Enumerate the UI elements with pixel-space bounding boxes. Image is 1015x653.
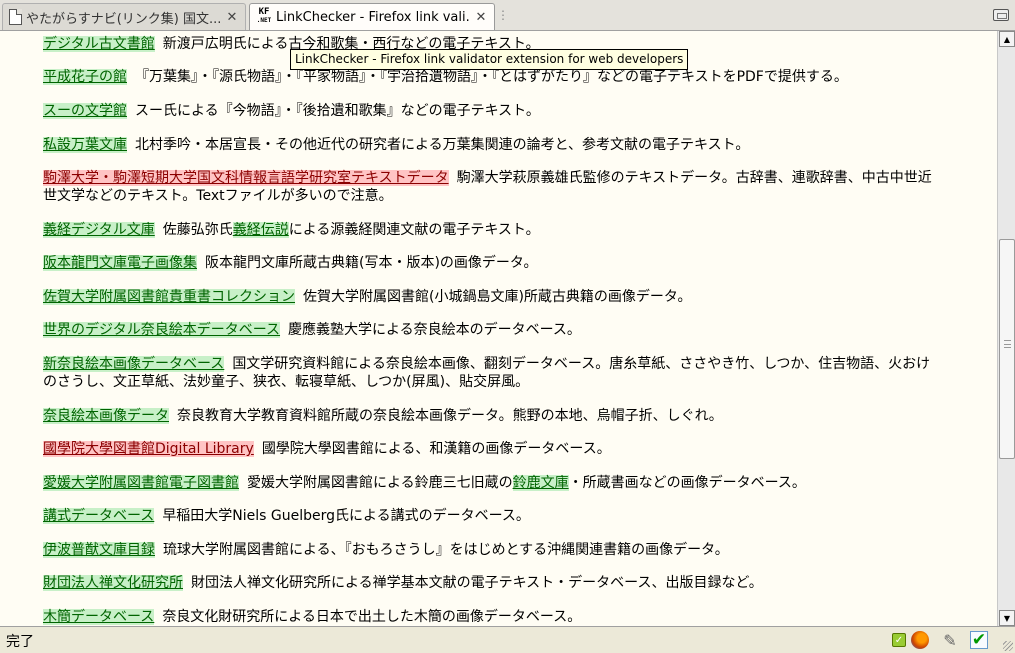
entry-description: 財団法人禅文化研究所による禅学基本文献の電子テキスト・データベース、出版目録など… bbox=[191, 575, 763, 591]
list-item: 財団法人禅文化研究所 財団法人禅文化研究所による禅学基本文献の電子テキスト・データ… bbox=[43, 574, 943, 592]
status-bar: 完了 ✓ ✎ ✔ bbox=[0, 626, 1015, 653]
list-item: 世界のデジタル奈良絵本データベース 慶應義塾大学による奈良絵本のデータベース。 bbox=[43, 321, 943, 339]
tab-separator: ⋮ bbox=[497, 8, 509, 22]
entry-link[interactable]: 伊波普猷文庫目録 bbox=[43, 542, 155, 558]
entry-description-tail: ・所蔵書画などの画像データベース。 bbox=[568, 475, 806, 491]
tab-title: LinkChecker - Firefox link vali... bbox=[276, 9, 470, 25]
list-item: 平成花子の館 『万葉集』・『源氏物語』・『平家物語』・『宇治拾遺物語』・『とはずが… bbox=[43, 68, 943, 86]
list-all-tabs-icon[interactable] bbox=[993, 9, 1009, 21]
entry-description: 阪本龍門文庫所蔵古典籍(写本・版本)の画像データ。 bbox=[205, 255, 538, 271]
entry-link[interactable]: 奈良絵本画像データ bbox=[43, 408, 169, 424]
vertical-scrollbar[interactable]: ▲ ▼ bbox=[997, 31, 1015, 626]
entry-description: スー氏による『今物語』・『後拾遺和歌集』などの電子テキスト。 bbox=[135, 103, 540, 119]
inner-link[interactable]: 義経伝説 bbox=[232, 222, 289, 238]
tab-tooltip: LinkChecker - Firefox link validator ext… bbox=[290, 49, 689, 70]
entry-description: 佐藤弘弥氏 bbox=[162, 222, 233, 238]
entry-link[interactable]: 私設万葉文庫 bbox=[43, 137, 127, 153]
tab-bar: やたがらすナビ(リンク集) 国文... ✕ KF .NET LinkChecker… bbox=[0, 0, 1015, 31]
entry-link[interactable]: 愛媛大学附属図書館電子図書館 bbox=[43, 475, 239, 491]
scroll-up-button[interactable]: ▲ bbox=[999, 31, 1015, 47]
list-item: 駒澤大学・駒澤短期大学国文科情報言語学研究室テキストデータ 駒澤大学萩原義雄氏監修… bbox=[43, 169, 943, 205]
list-item: 私設万葉文庫 北村季吟・本居宣長・その他近代の研究者による万葉集関連の論考と、参考… bbox=[43, 136, 943, 154]
close-tab-icon[interactable]: ✕ bbox=[474, 10, 488, 25]
entry-link[interactable]: デジタル古文書館 bbox=[43, 36, 155, 52]
entry-description-tail: による源義経関連文献の電子テキスト。 bbox=[288, 222, 540, 238]
list-item: 新奈良絵本画像データベース 国文学研究資料館による奈良絵本画像、翻刻データベース。… bbox=[43, 355, 943, 391]
entry-link[interactable]: 義経デジタル文庫 bbox=[43, 222, 155, 238]
entry-description: 北村季吟・本居宣長・その他近代の研究者による万葉集関連の論考と、参考文献の電子テ… bbox=[135, 137, 750, 153]
entry-description: 『万葉集』・『源氏物語』・『平家物語』・『宇治拾遺物語』・『とはずがたり』などの… bbox=[135, 69, 848, 85]
entry-link-broken[interactable]: 駒澤大学・駒澤短期大学国文科情報言語学研究室テキストデータ bbox=[43, 170, 449, 186]
tab-title: やたがらすナビ(リンク集) 国文... bbox=[26, 11, 221, 27]
grip-icon bbox=[1004, 340, 1011, 348]
list-item: 佐賀大学附属図書館貴重書コレクション 佐賀大学附属図書館(小城鍋島文庫)所蔵古典籍… bbox=[43, 288, 943, 306]
list-item: 講式データベース 早稲田大学Niels Guelberg氏による講式のデータベース… bbox=[43, 507, 943, 525]
list-item: スーの文学館 スー氏による『今物語』・『後拾遺和歌集』などの電子テキスト。 bbox=[43, 102, 943, 120]
entry-description: 慶應義塾大学による奈良絵本のデータベース。 bbox=[288, 322, 581, 338]
status-text: 完了 bbox=[6, 634, 34, 650]
entry-link[interactable]: 講式データベース bbox=[43, 508, 155, 524]
entry-description: 早稲田大学Niels Guelberg氏による講式のデータベース。 bbox=[162, 508, 530, 524]
entry-description: 奈良文化財研究所による日本で出土した木簡の画像データベース。 bbox=[162, 609, 582, 625]
list-item: 阪本龍門文庫電子画像集 阪本龍門文庫所蔵古典籍(写本・版本)の画像データ。 bbox=[43, 254, 943, 272]
entry-link[interactable]: 世界のデジタル奈良絵本データベース bbox=[43, 322, 281, 338]
close-tab-icon[interactable]: ✕ bbox=[225, 10, 239, 25]
tab-yatagarasu[interactable]: やたがらすナビ(リンク集) 国文... ✕ bbox=[2, 3, 246, 30]
entry-link[interactable]: スーの文学館 bbox=[43, 103, 127, 119]
tab-linkchecker[interactable]: KF .NET LinkChecker - Firefox link vali..… bbox=[249, 3, 495, 30]
addon-leaf-icon[interactable]: ✓ bbox=[892, 633, 906, 647]
entry-link[interactable]: 阪本龍門文庫電子画像集 bbox=[43, 255, 197, 271]
entry-link[interactable]: 木簡データベース bbox=[43, 609, 155, 625]
entry-description: 琉球大学附属図書館による、『おもろさうし』をはじめとする沖縄関連書籍の画像データ… bbox=[163, 542, 729, 558]
scroll-down-button[interactable]: ▼ bbox=[999, 610, 1015, 626]
entry-link[interactable]: 財団法人禅文化研究所 bbox=[43, 575, 183, 591]
entry-link[interactable]: 佐賀大学附属図書館貴重書コレクション bbox=[43, 289, 295, 305]
entry-description: 奈良教育大学教育資料館所蔵の奈良絵本画像データ。熊野の本地、烏帽子折、しぐれ。 bbox=[177, 408, 723, 424]
firefox-icon[interactable] bbox=[911, 631, 929, 649]
list-item: 義経デジタル文庫 佐藤弘弥氏義経伝説による源義経関連文献の電子テキスト。 bbox=[43, 221, 943, 239]
list-item: 國學院大學図書館Digital Library 國學院大學図書館による、和漢籍の画… bbox=[43, 440, 943, 458]
inner-link[interactable]: 鈴鹿文庫 bbox=[512, 475, 569, 491]
entry-link-broken[interactable]: 國學院大學図書館Digital Library bbox=[43, 441, 254, 457]
entry-description: 佐賀大学附属図書館(小城鍋島文庫)所蔵古典籍の画像データ。 bbox=[303, 289, 692, 305]
entry-description: 愛媛大学附属図書館による鈴鹿三七旧蔵の bbox=[247, 475, 513, 491]
list-item: 伊波普猷文庫目録 琉球大学附属図書館による、『おもろさうし』をはじめとする沖縄関連… bbox=[43, 541, 943, 559]
pen-icon[interactable]: ✎ bbox=[941, 631, 959, 650]
list-item: 奈良絵本画像データ 奈良教育大学教育資料館所蔵の奈良絵本画像データ。熊野の本地、烏… bbox=[43, 407, 943, 425]
document-icon bbox=[9, 9, 22, 25]
list-item: 愛媛大学附属図書館電子図書館 愛媛大学附属図書館による鈴鹿三七旧蔵の鈴鹿文庫・所蔵… bbox=[43, 474, 943, 492]
entry-link[interactable]: 平成花子の館 bbox=[43, 69, 127, 85]
entry-description: 國學院大學図書館による、和漢籍の画像データベース。 bbox=[261, 441, 611, 457]
scrollbar-thumb[interactable] bbox=[999, 239, 1015, 459]
kf-icon: KF .NET bbox=[256, 7, 272, 25]
linkchecker-check-icon[interactable]: ✔ bbox=[970, 630, 988, 650]
resize-grip-icon[interactable] bbox=[1003, 641, 1013, 651]
page-content: デジタル古文書館 新渡戸広明氏による古今和歌集・西行などの電子テキスト。 平成花子… bbox=[0, 31, 997, 626]
entry-link[interactable]: 新奈良絵本画像データベース bbox=[43, 356, 225, 372]
list-item: 木簡データベース 奈良文化財研究所による日本で出土した木簡の画像データベース。 bbox=[43, 608, 943, 626]
